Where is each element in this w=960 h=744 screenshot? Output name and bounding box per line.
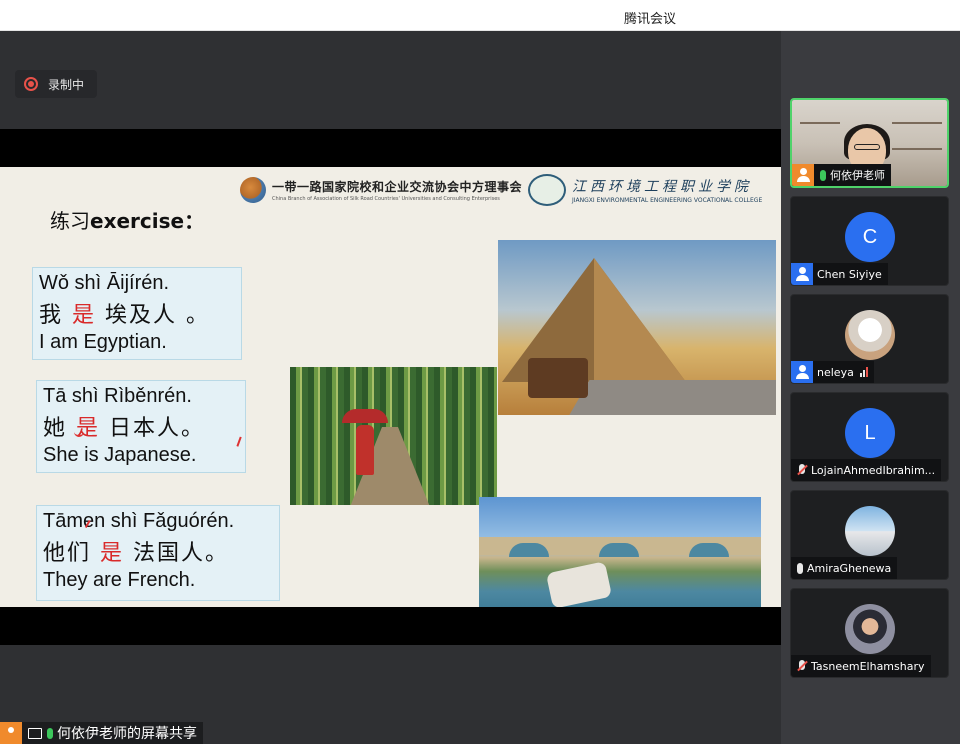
participant-name: TasneemElhamshary	[811, 659, 925, 673]
participant-name: 何依伊老师	[830, 169, 885, 182]
user-icon	[792, 164, 814, 186]
participant-tile[interactable]: neleya	[790, 294, 949, 384]
top-band	[0, 31, 781, 129]
participant-tile[interactable]: AmiraGhenewa	[790, 490, 949, 580]
screen-share-area: 录制中 一带一路国家院校和企业交流协会中方理事会 China Branch of…	[0, 31, 781, 744]
participant-namebar: LojainAhmedIbrahim...	[791, 459, 942, 481]
mic-off-icon	[797, 562, 803, 574]
avatar	[845, 310, 895, 360]
participant-namebar: TasneemElhamshary	[791, 655, 931, 677]
exercise-heading-cn: 练习	[50, 209, 90, 233]
college-seal-icon	[528, 174, 566, 206]
card-pinyin: Tā shì Rìběnrén.	[43, 385, 192, 407]
mic-muted-icon	[797, 464, 807, 476]
title-bar: 腾讯会议	[0, 0, 960, 31]
participant-tile[interactable]: TasneemElhamshary	[790, 588, 949, 678]
recording-label: 录制中	[48, 77, 85, 92]
sentence-card-egyptian: Wǒ shì Āijírén. 我 是 埃及人 。 I am Egyptian.	[32, 267, 242, 360]
college-logo: 江西环境工程职业学院 JIANGXI ENVIRONMENTAL ENGINEE…	[528, 174, 762, 206]
letterbox-top	[0, 129, 781, 167]
recording-indicator[interactable]: 录制中	[15, 70, 97, 98]
participant-name: AmiraGhenewa	[807, 561, 892, 575]
participant-namebar: Chen Siyiye	[791, 263, 888, 285]
participant-panel: 何依伊老师 C Chen Siyiye neleya L LojainAhmed…	[781, 31, 960, 744]
card-chinese: 我 是 埃及人 。	[39, 303, 211, 328]
participant-namebar: AmiraGhenewa	[791, 557, 898, 579]
participant-namebar: 何依伊老师	[792, 164, 891, 186]
card-chinese: 她 是 日本人。	[43, 416, 206, 441]
participant-tile[interactable]: C Chen Siyiye	[790, 196, 949, 286]
participant-tile[interactable]: 何依伊老师	[790, 98, 949, 188]
exercise-heading-en: exercise：	[90, 209, 205, 233]
user-icon	[0, 722, 22, 744]
sentence-card-french: Tāmen shì Fǎguórén. 他们 是 法国人。 They are F…	[36, 505, 280, 601]
user-icon	[791, 361, 813, 383]
user-icon	[791, 263, 813, 285]
mic-icon	[47, 727, 53, 739]
avatar	[845, 506, 895, 556]
bamboo-forest-photo	[290, 367, 497, 505]
shared-slide: 一带一路国家院校和企业交流协会中方理事会 China Branch of Ass…	[0, 167, 781, 607]
record-icon	[24, 77, 38, 91]
college-name-cn: 江西环境工程职业学院	[572, 179, 752, 195]
participant-namebar: neleya	[791, 361, 874, 383]
pyramid-photo	[498, 240, 776, 415]
mic-muted-icon	[797, 660, 807, 672]
card-chinese: 他们 是 法国人。	[43, 541, 230, 566]
share-label-text: 何依伊老师的屏幕共享	[57, 726, 197, 742]
window-title: 腾讯会议	[623, 12, 676, 27]
association-logo: 一带一路国家院校和企业交流协会中方理事会 China Branch of Ass…	[240, 177, 522, 203]
avatar: C	[845, 212, 895, 262]
participant-tile[interactable]: L LojainAhmedIbrahim...	[790, 392, 949, 482]
avatar	[845, 604, 895, 654]
paris-seine-photo	[479, 497, 761, 607]
mic-icon	[820, 169, 826, 181]
participant-name: neleya	[817, 365, 854, 379]
screen-share-label[interactable]: 何依伊老师的屏幕共享	[0, 722, 203, 744]
avatar: L	[845, 408, 895, 458]
letterbox-bottom	[0, 607, 781, 645]
participant-name: LojainAhmedIbrahim...	[811, 463, 936, 477]
exercise-heading: 练习exercise：	[50, 205, 204, 234]
card-pinyin: Tāmen shì Fǎguórén.	[43, 510, 235, 532]
sentence-card-japanese: Tā shì Rìběnrén. 她 是 日本人。 She is Japanes…	[36, 380, 246, 473]
participant-name: Chen Siyiye	[817, 267, 882, 281]
signal-strength-icon	[859, 367, 868, 377]
association-name-en: China Branch of Association of Silk Road…	[272, 196, 500, 202]
association-logo-icon	[240, 177, 266, 203]
card-pinyin: Wǒ shì Āijírén.	[39, 272, 170, 294]
screen-share-icon	[28, 727, 42, 739]
card-english: They are French.	[43, 569, 196, 591]
college-name-en: JIANGXI ENVIRONMENTAL ENGINEERING VOCATI…	[572, 197, 763, 204]
card-english: I am Egyptian.	[39, 331, 167, 353]
association-name-cn: 一带一路国家院校和企业交流协会中方理事会	[272, 180, 523, 194]
card-english: She is Japanese.	[43, 444, 197, 466]
